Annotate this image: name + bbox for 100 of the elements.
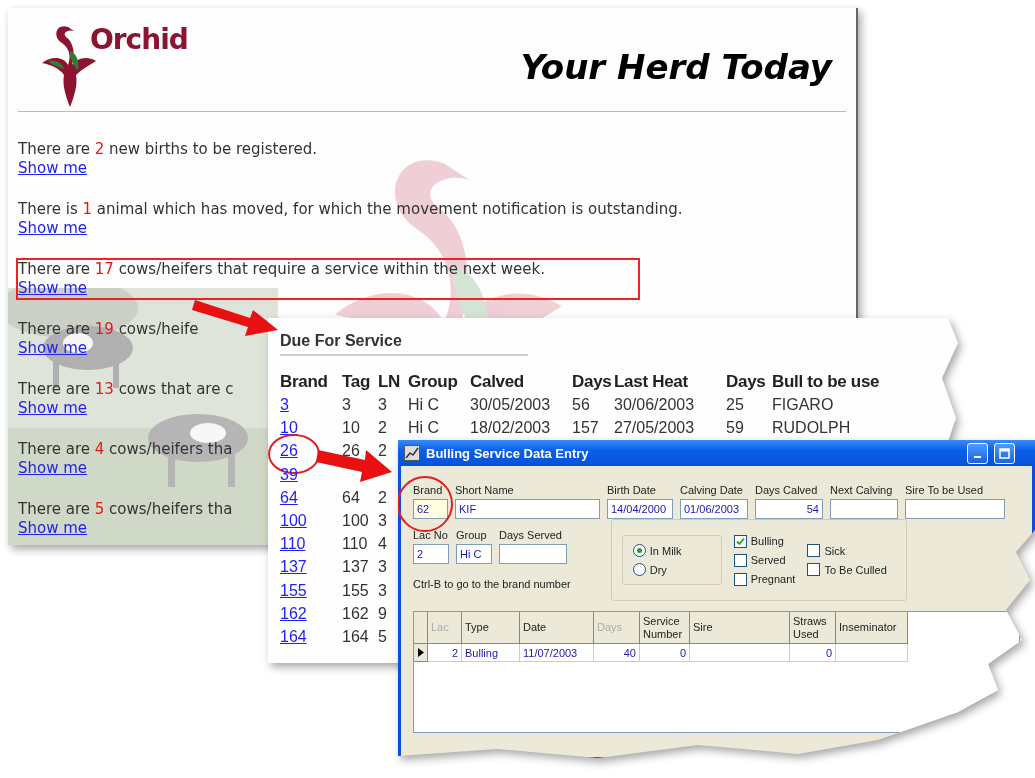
input-field[interactable]: 2 — [413, 544, 449, 564]
column-header: Sire — [690, 612, 790, 644]
brand-link[interactable]: 155 — [280, 581, 307, 599]
radio-option[interactable]: In Milk — [632, 544, 721, 557]
checkbox[interactable]: Bulling — [733, 534, 796, 548]
table-cell-text: 3 — [378, 396, 388, 415]
logo-text: Orchid — [90, 23, 188, 56]
table-cell-text: 56 — [572, 396, 591, 415]
column-header: Days — [726, 372, 767, 393]
input-field[interactable] — [830, 499, 898, 519]
table-cell: 0 — [640, 644, 690, 662]
table-cell-text: FIGARO — [772, 396, 835, 415]
brand-link[interactable]: 26 — [280, 442, 298, 460]
notice-text: There are 2 new births to be registered. — [18, 140, 318, 159]
table-cell-text: 26 — [342, 442, 361, 462]
table-cell-text: 30/05/2003 — [470, 396, 552, 415]
minimize-icon — [974, 456, 981, 458]
field-label: Lac No — [413, 529, 449, 541]
notice-text: There is 1 animal which has moved, for which the movement notification is outstanding. — [18, 200, 683, 219]
field-label: Days Served — [499, 529, 563, 541]
checkbox[interactable]: Served — [733, 553, 796, 567]
table-cell-text: 10 — [342, 419, 361, 439]
table-cell: 11/07/2003 — [520, 644, 594, 662]
table-cell-text: 5 — [378, 627, 388, 647]
column-header: Service Number — [640, 612, 690, 644]
radio-option[interactable]: Dry — [632, 563, 721, 576]
table-cell-text: 2 — [378, 488, 388, 508]
show-me-link[interactable]: Show me — [18, 399, 88, 418]
input-field[interactable] — [905, 499, 1005, 519]
field-label: Calving Date — [680, 484, 744, 496]
notice-text: There are 4 cows/heifers tha — [18, 440, 233, 459]
input-field[interactable]: 01/06/2003 — [680, 499, 748, 519]
field-label: Sire To be Used — [905, 484, 985, 496]
column-header: Bull to be use — [772, 372, 881, 393]
table-cell: 40 — [594, 644, 640, 662]
table-cell-text: 3 — [378, 511, 388, 531]
column-header: Inseminator — [836, 612, 908, 644]
field-label: Next Calving — [830, 484, 894, 496]
brand-link[interactable]: 110 — [280, 535, 306, 553]
column-header: Calved — [470, 372, 525, 393]
table-cell-text: 64 — [342, 488, 361, 508]
chart-icon — [404, 445, 420, 461]
field-label: Days Calved — [755, 484, 819, 496]
page-title: Your Herd Today — [520, 47, 832, 87]
column-header: Group — [408, 372, 459, 393]
show-me-link[interactable]: Show me — [18, 519, 88, 538]
show-me-link[interactable]: Show me — [18, 459, 88, 478]
input-field[interactable]: 14/04/2000 — [607, 499, 673, 519]
checkmark-icon — [735, 536, 745, 546]
hint-text: Ctrl-B to go to the brand number — [413, 578, 571, 590]
input-field[interactable] — [499, 544, 567, 564]
row-selector[interactable] — [414, 644, 428, 662]
brand-link[interactable]: 137 — [280, 558, 307, 576]
input-field[interactable]: 62 — [413, 499, 448, 519]
table-cell-text: 157 — [572, 419, 600, 439]
checkbox[interactable]: To Be Culled — [807, 563, 887, 576]
table-cell-text: 4 — [378, 535, 388, 555]
column-header: Type — [462, 612, 520, 644]
table-cell: 0 — [790, 644, 836, 662]
minimize-button[interactable] — [967, 442, 988, 464]
column-header: Brand — [280, 372, 329, 393]
brand-link[interactable]: 162 — [280, 604, 307, 622]
notice-text: There are 13 cows that are c — [18, 380, 234, 399]
show-me-link[interactable]: Show me — [18, 339, 88, 358]
checkbox[interactable]: Sick — [807, 544, 887, 557]
table-cell-text: 155 — [342, 581, 370, 601]
column-header: LN — [378, 372, 402, 393]
input-field[interactable]: Hi C — [456, 544, 492, 564]
table-cell-text: 137 — [342, 558, 370, 578]
panel-title: Due For Service — [280, 332, 528, 356]
table-cell-text: RUDOLPH — [772, 419, 852, 439]
show-me-link[interactable]: Show me — [18, 219, 88, 238]
brand-link[interactable]: 10 — [280, 419, 298, 437]
table-cell-text: 164 — [342, 627, 370, 647]
column-header: Days — [572, 372, 613, 393]
maximize-icon — [999, 447, 1010, 459]
notice-text: There are 5 cows/heifers tha — [18, 500, 233, 519]
table-cell-text: 59 — [726, 419, 745, 439]
show-me-link[interactable]: Show me — [18, 159, 88, 178]
brand-link[interactable]: 3 — [280, 396, 289, 413]
table-cell-text: 110 — [342, 535, 369, 555]
table-cell-text: 9 — [378, 604, 388, 624]
checkbox[interactable]: Pregnant — [733, 572, 796, 586]
input-field[interactable]: 54 — [755, 499, 823, 519]
table-cell-text: 2 — [378, 419, 388, 439]
table-cell: Bulling — [462, 644, 520, 662]
column-header: Tag — [342, 372, 372, 393]
show-me-link[interactable]: Show me — [18, 279, 88, 298]
brand-link[interactable]: 164 — [280, 627, 307, 645]
brand-link[interactable]: 64 — [280, 488, 298, 506]
input-field[interactable]: KIF — [455, 499, 600, 519]
table-cell-text: 27/05/2003 — [614, 419, 696, 439]
field-label: Group — [456, 529, 488, 541]
table-cell — [836, 644, 908, 662]
maximize-button[interactable] — [994, 442, 1015, 464]
brand-link[interactable]: 100 — [280, 511, 307, 529]
table-cell-text: 162 — [342, 604, 370, 624]
table-cell-text: 25 — [726, 396, 745, 415]
row-pointer-icon — [417, 648, 424, 657]
table-cell-text: 3 — [342, 396, 352, 415]
